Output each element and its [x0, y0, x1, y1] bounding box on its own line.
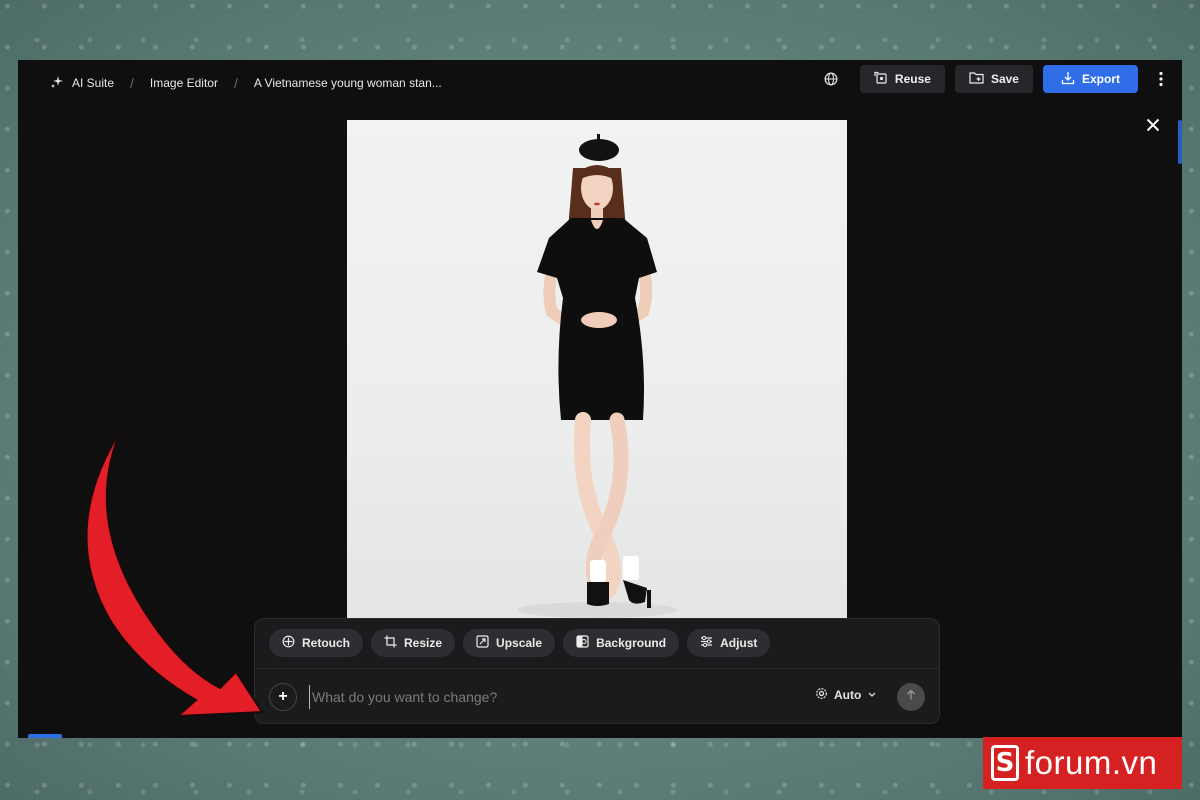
- breadcrumb-separator: /: [130, 75, 134, 91]
- reuse-icon: [874, 71, 888, 88]
- crop-icon: [384, 635, 397, 651]
- chevron-down-icon: [867, 688, 877, 702]
- folder-icon: [969, 71, 984, 87]
- background-button[interactable]: Background: [563, 629, 680, 657]
- tool-chips: Retouch Resize Upscale Background Adjust: [269, 629, 771, 657]
- sliders-icon: [700, 635, 713, 651]
- more-options-icon[interactable]: [1148, 65, 1174, 93]
- prompt-input[interactable]: [309, 685, 749, 709]
- breadcrumb-section[interactable]: Image Editor: [150, 76, 218, 90]
- gear-icon: [815, 687, 828, 703]
- plus-icon: +: [278, 688, 288, 705]
- bottom-tab-indicator: [28, 734, 62, 738]
- breadcrumb-separator: /: [233, 75, 238, 91]
- reuse-button[interactable]: Reuse: [859, 65, 945, 93]
- breadcrumb-file: A Vietnamese young woman stan...: [254, 76, 442, 90]
- retouch-label: Retouch: [302, 636, 350, 650]
- add-attachment-button[interactable]: +: [269, 683, 297, 711]
- send-button[interactable]: [897, 683, 925, 711]
- brand-logo-icon: S: [991, 745, 1019, 781]
- background-label: Background: [596, 636, 667, 650]
- reuse-label: Reuse: [894, 72, 931, 86]
- breadcrumb-app-label: AI Suite: [72, 76, 115, 90]
- save-button[interactable]: Save: [954, 65, 1033, 93]
- export-label: Export: [1081, 72, 1120, 86]
- background-icon: [576, 635, 589, 651]
- edit-prompt-panel: Retouch Resize Upscale Background Adjust…: [254, 618, 940, 724]
- breadcrumb-section-label: Image Editor: [149, 76, 218, 90]
- close-icon[interactable]: [1146, 118, 1160, 137]
- breadcrumb: AI Suite / Image Editor / A Vietnamese y…: [50, 75, 442, 92]
- image-editor-window: AI Suite / Image Editor / A Vietnamese y…: [18, 60, 1182, 738]
- breadcrumb-file-label: A Vietnamese young woman stan...: [253, 76, 442, 90]
- retouch-button[interactable]: Retouch: [269, 629, 363, 657]
- arrow-up-icon: [905, 688, 917, 706]
- mode-label: Auto: [834, 688, 862, 702]
- panel-divider: [255, 668, 939, 669]
- breadcrumb-app[interactable]: AI Suite: [50, 75, 114, 92]
- upscale-button[interactable]: Upscale: [463, 629, 556, 657]
- adjust-label: Adjust: [720, 636, 758, 650]
- woman-figure-illustration: [517, 134, 677, 618]
- upscale-icon: [476, 635, 489, 651]
- download-icon: [1061, 71, 1075, 88]
- top-bar: AI Suite / Image Editor / A Vietnamese y…: [18, 60, 1182, 106]
- save-label: Save: [990, 72, 1019, 86]
- globe-icon[interactable]: [818, 65, 844, 93]
- adjust-button[interactable]: Adjust: [687, 629, 771, 657]
- scrollbar[interactable]: [1178, 120, 1182, 164]
- upscale-label: Upscale: [496, 636, 543, 650]
- toolbar-actions: Reuse Save Export: [818, 65, 1174, 93]
- mode-dropdown[interactable]: Auto: [815, 687, 877, 703]
- export-button[interactable]: Export: [1042, 65, 1138, 93]
- sparkle-icon: [50, 75, 64, 92]
- retouch-icon: [282, 635, 295, 651]
- edited-photo: [347, 120, 847, 618]
- forum-watermark: S forum.vn: [983, 737, 1182, 789]
- resize-label: Resize: [404, 636, 443, 650]
- brand-text: forum.vn: [1025, 744, 1158, 781]
- resize-button[interactable]: Resize: [371, 629, 456, 657]
